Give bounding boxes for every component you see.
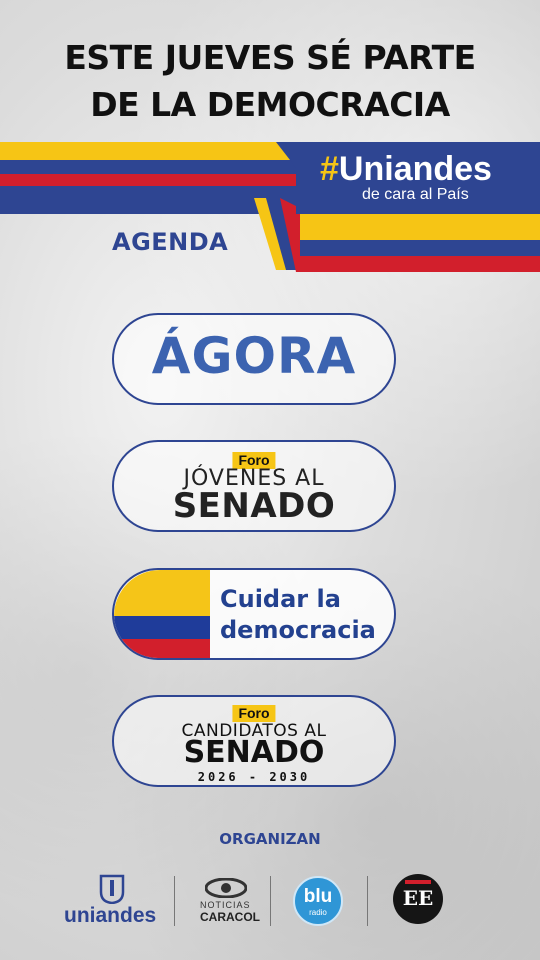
logo-divider [174, 876, 175, 926]
event-line-2: democracia [220, 616, 376, 644]
colombia-flag-icon [114, 570, 210, 658]
uniandes-crest-icon [99, 874, 125, 904]
agenda-label: AGENDA [112, 228, 229, 256]
campaign-name: Uniandes [338, 150, 492, 188]
organizers-label: ORGANIZAN [219, 830, 321, 848]
event-line-2: SENADO [172, 486, 336, 526]
blu-radio-logo: blu radio [293, 876, 343, 926]
blu-radio-text: blu [303, 886, 333, 907]
logo-divider [367, 876, 368, 926]
event-jovenes-senado-button[interactable]: Foro JÓVENES AL SENADO [112, 440, 396, 532]
blu-radio-sub: radio [309, 908, 327, 917]
logo-divider [270, 876, 271, 926]
noticias-caracol-line-2: CARACOL [200, 910, 260, 924]
campaign-title: #Uniandes [320, 150, 492, 189]
noticias-caracol-line-1: NOTICIAS [200, 900, 251, 910]
event-cuidar-democracia-button[interactable]: Cuidar la democracia [112, 568, 396, 660]
agora-title: ÁGORA [151, 327, 357, 385]
el-espectador-text: EE [402, 886, 434, 910]
event-line-1: Cuidar la [220, 585, 341, 613]
uniandes-logo: uniandes [64, 904, 157, 927]
foro-tag: Foro [232, 705, 276, 722]
flag-ribbon-graphic [0, 142, 540, 272]
event-title: Cuidar la democracia [220, 584, 376, 646]
campaign-subtitle: de cara al País [362, 186, 469, 203]
event-agora-button[interactable]: ÁGORA [112, 313, 396, 405]
event-candidatos-senado-button[interactable]: Foro CANDIDATOS AL SENADO 2026 - 2030 [112, 695, 396, 787]
caracol-eye-icon [205, 878, 247, 898]
el-espectador-logo: EE [393, 874, 443, 924]
event-period: 2026 - 2030 [197, 770, 311, 784]
campaign-hashtag: # [320, 150, 339, 188]
event-line-2: SENADO [183, 735, 325, 770]
